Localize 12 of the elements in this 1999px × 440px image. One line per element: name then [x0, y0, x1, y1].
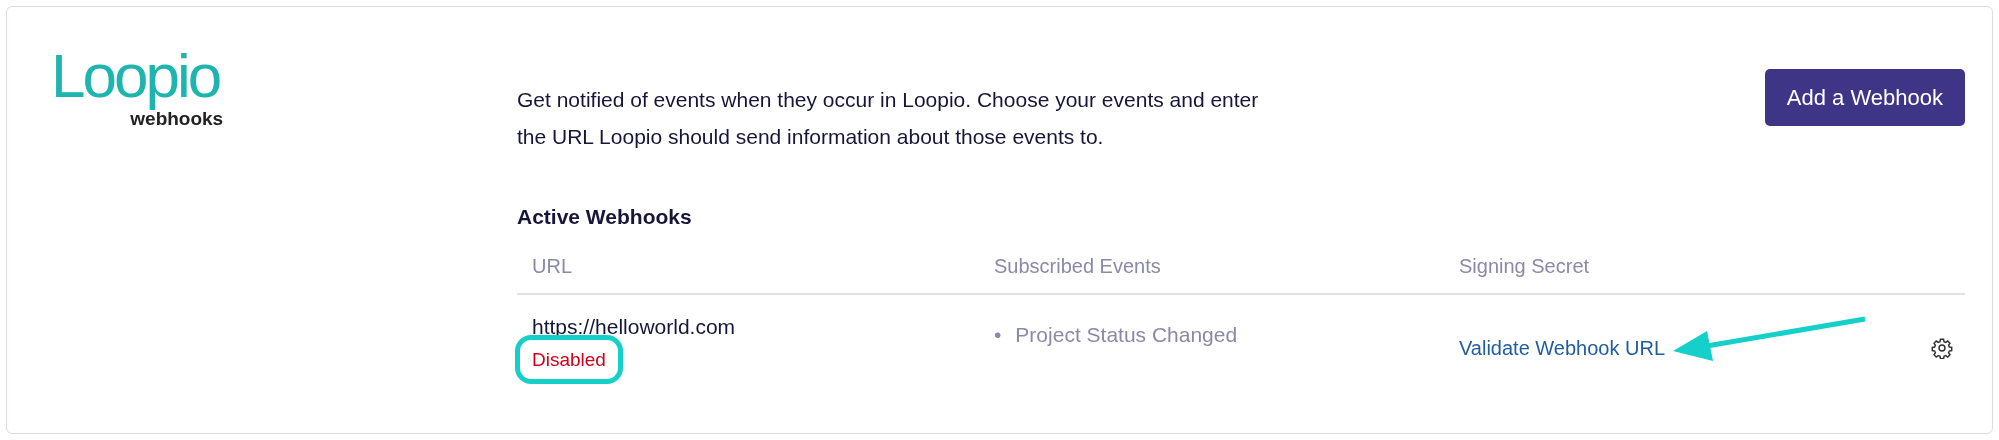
column-header: Signing Secret: [1459, 254, 1590, 277]
column-header: Subscribed Events: [994, 254, 1161, 277]
event-item: Project Status Changed: [1015, 321, 1238, 348]
section-title: Active Webhooks: [517, 204, 693, 230]
settings-icon[interactable]: [1931, 336, 1953, 359]
status-text: Disabled: [532, 348, 606, 372]
description-text: Get notified of events when they occur in Loopio. Choose your events and enter the URL Loopio should send information about those events to.: [517, 87, 1260, 150]
bullet-mark: •: [994, 321, 1002, 348]
column-header: URL: [532, 254, 572, 277]
add-webhook-button[interactable]: Add a Webhook: [1764, 69, 1965, 126]
url-text: https://helloworld.com: [532, 314, 736, 338]
logo-subtitle: webhooks: [130, 109, 224, 130]
